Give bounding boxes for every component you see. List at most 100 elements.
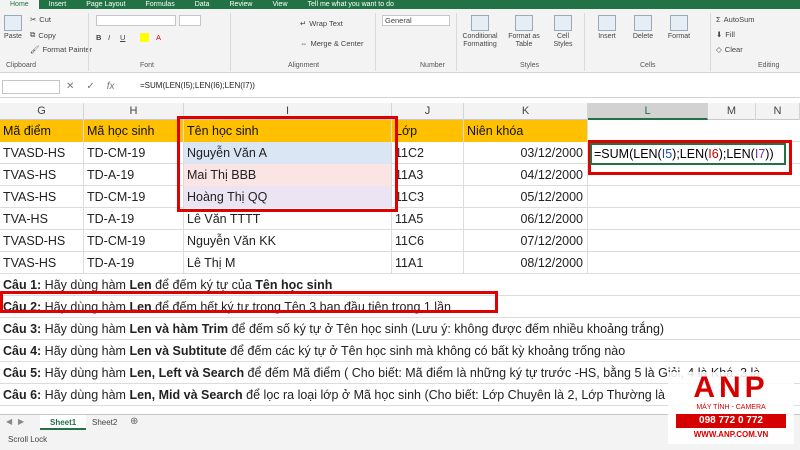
- question-text[interactable]: Câu 6: Hãy dùng hàm Len, Mid và Search đ…: [3, 384, 665, 406]
- highlight-names-box: [177, 116, 398, 212]
- format-painter-button[interactable]: 🖌 Format Painter: [30, 45, 92, 54]
- enter-icon[interactable]: ✓: [86, 81, 94, 92]
- scroll-right-icon[interactable]: ▶: [18, 417, 24, 426]
- column-header-g[interactable]: G: [0, 103, 84, 120]
- divider: [375, 13, 376, 71]
- scissors-icon: ✂: [30, 15, 37, 24]
- question-row: Câu 3: Hãy dùng hàm Len và hàm Trim để đ…: [0, 318, 800, 340]
- cancel-icon[interactable]: ✕: [66, 81, 74, 92]
- merge-center-button[interactable]: ⇔ Merge & Center: [300, 39, 363, 48]
- format-cells-button[interactable]: Format: [664, 15, 694, 41]
- table-cell[interactable]: 11A1: [392, 252, 464, 274]
- table-cell[interactable]: TVASD-HS: [0, 142, 84, 164]
- table-cell[interactable]: 11C6: [392, 230, 464, 252]
- table-cell[interactable]: 11A3: [392, 164, 464, 186]
- logo-text: ANP: [693, 371, 769, 404]
- copy-button[interactable]: ⧉ Copy: [30, 30, 56, 40]
- table-cell[interactable]: 06/12/2000: [464, 208, 588, 230]
- column-header-m[interactable]: M: [708, 103, 756, 120]
- tab-formulas[interactable]: Formulas: [136, 0, 185, 9]
- table-cell[interactable]: TD-A-19: [84, 208, 184, 230]
- divider: [584, 13, 585, 71]
- table-cell[interactable]: TD-A-19: [84, 164, 184, 186]
- paste-button[interactable]: Paste: [4, 15, 22, 41]
- name-box[interactable]: [2, 80, 60, 94]
- table-cell[interactable]: Nguyễn Văn KK: [184, 230, 392, 252]
- format-cells-icon: [670, 15, 688, 31]
- table-cell[interactable]: 04/12/2000: [464, 164, 588, 186]
- fill-button[interactable]: ⬇ Fill: [716, 30, 735, 39]
- conditional-formatting-icon: [471, 15, 489, 31]
- tab-review[interactable]: Review: [220, 0, 263, 9]
- fill-color-button[interactable]: [140, 33, 149, 42]
- tab-insert[interactable]: Insert: [39, 0, 77, 9]
- column-header-k[interactable]: K: [464, 103, 588, 120]
- header-cell[interactable]: Niên khóa: [464, 120, 588, 142]
- column-header-j[interactable]: J: [392, 103, 464, 120]
- column-header-l[interactable]: L: [588, 103, 708, 120]
- sheet-tab-sheet1[interactable]: Sheet1: [40, 415, 87, 430]
- eraser-icon: ◇: [716, 45, 722, 54]
- autosum-button[interactable]: Σ AutoSum: [716, 15, 755, 24]
- conditional-formatting-button[interactable]: Conditional Formatting: [460, 15, 500, 49]
- divider: [456, 13, 457, 71]
- table-cell[interactable]: TVA-HS: [0, 208, 84, 230]
- tell-me-search[interactable]: Tell me what you want to do: [298, 0, 404, 9]
- tab-home[interactable]: Home: [0, 0, 39, 9]
- format-as-table-button[interactable]: Format as Table: [505, 15, 543, 49]
- font-name-select[interactable]: [96, 15, 201, 26]
- clear-button[interactable]: ◇ Clear: [716, 45, 743, 54]
- cut-button[interactable]: ✂ Cut: [30, 15, 51, 24]
- question-text[interactable]: Câu 3: Hãy dùng hàm Len và hàm Trim để đ…: [3, 318, 664, 340]
- tab-data[interactable]: Data: [185, 0, 220, 9]
- table-cell[interactable]: TD-CM-19: [84, 142, 184, 164]
- tab-page-layout[interactable]: Page Layout: [76, 0, 135, 9]
- table-cell[interactable]: TVASD-HS: [0, 230, 84, 252]
- table-cell[interactable]: TD-CM-19: [84, 186, 184, 208]
- question-text[interactable]: Câu 4: Hãy dùng hàm Len và Subtitute để …: [3, 340, 625, 362]
- ribbon: Paste ✂ Cut ⧉ Copy 🖌 Format Painter Clipboa…: [0, 9, 800, 73]
- table-cell[interactable]: TD-A-19: [84, 252, 184, 274]
- group-label-clipboard: Clipboard: [6, 62, 36, 69]
- header-cell[interactable]: Mã điểm: [0, 120, 84, 142]
- group-label-font: Font: [140, 62, 155, 69]
- table-cell[interactable]: 03/12/2000: [464, 142, 588, 164]
- table-cell[interactable]: 05/12/2000: [464, 186, 588, 208]
- sheet-tab-sheet2[interactable]: Sheet2: [82, 415, 127, 430]
- table-cell[interactable]: TVAS-HS: [0, 252, 84, 274]
- table-row: TVAS-HS TD-CM-19 Hoàng Thị QQ 11C3 05/12…: [0, 186, 800, 208]
- formula-input[interactable]: =SUM(LEN(I5);LEN(I6);LEN(I7)): [140, 81, 255, 90]
- header-cell[interactable]: Mã học sinh: [84, 120, 184, 142]
- table-cell[interactable]: 11C3: [392, 186, 464, 208]
- tab-view[interactable]: View: [262, 0, 297, 9]
- active-cell-editor[interactable]: =SUM(LEN(I5);LEN(I6);LEN(I7)): [590, 143, 786, 165]
- delete-cells-button[interactable]: Delete: [628, 15, 658, 41]
- table-cell[interactable]: 08/12/2000: [464, 252, 588, 274]
- logo-subtitle: MÁY TÍNH - CAMERA: [696, 404, 766, 411]
- header-cell[interactable]: Lớp: [392, 120, 464, 142]
- add-sheet-icon[interactable]: ⊕: [130, 416, 138, 427]
- formula-bar: ✕ ✓ fx =SUM(LEN(I5);LEN(I6);LEN(I7)): [0, 76, 800, 98]
- cell-styles-button[interactable]: Cell Styles: [548, 15, 578, 49]
- insert-function-icon[interactable]: fx: [107, 81, 115, 92]
- table-cell[interactable]: 11A5: [392, 208, 464, 230]
- insert-cells-button[interactable]: Insert: [592, 15, 622, 41]
- font-color-button[interactable]: A: [156, 33, 161, 42]
- italic-button[interactable]: I: [108, 33, 110, 42]
- table-cell[interactable]: TVAS-HS: [0, 164, 84, 186]
- column-header-h[interactable]: H: [84, 103, 184, 120]
- table-icon: [515, 15, 533, 31]
- table-cell[interactable]: Lê Thị M: [184, 252, 392, 274]
- question-text[interactable]: Câu 5: Hãy dùng hàm Len, Left và Search …: [3, 362, 760, 384]
- number-format-select[interactable]: General: [382, 15, 450, 26]
- font-size-select[interactable]: [179, 15, 201, 26]
- table-cell[interactable]: TD-CM-19: [84, 230, 184, 252]
- table-cell[interactable]: TVAS-HS: [0, 186, 84, 208]
- table-cell[interactable]: 07/12/2000: [464, 230, 588, 252]
- bold-button[interactable]: B: [96, 33, 101, 42]
- column-header-n[interactable]: N: [756, 103, 800, 120]
- table-cell[interactable]: 11C2: [392, 142, 464, 164]
- scroll-left-icon[interactable]: ◀: [6, 417, 12, 426]
- underline-button[interactable]: U: [120, 33, 125, 42]
- wrap-text-button[interactable]: ↵ Wrap Text: [300, 19, 343, 28]
